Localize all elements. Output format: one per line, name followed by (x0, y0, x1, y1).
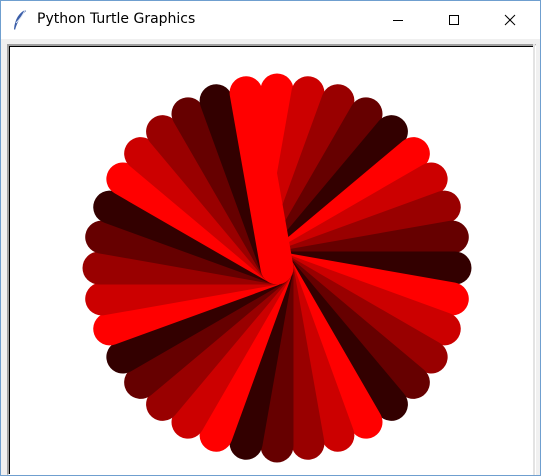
title-bar[interactable]: Python Turtle Graphics (1, 1, 540, 39)
minimize-icon (393, 20, 403, 21)
canvas-edge (533, 44, 535, 475)
close-icon (504, 14, 516, 26)
window-title: Python Turtle Graphics (37, 11, 196, 27)
minimize-button[interactable] (375, 1, 421, 39)
maximize-button[interactable] (431, 1, 477, 39)
turtle-canvas[interactable] (9, 46, 535, 474)
close-button[interactable] (487, 1, 533, 39)
feather-icon (14, 9, 26, 30)
turtle-drawing (82, 73, 472, 463)
canvas-frame (7, 44, 536, 475)
maximize-icon (449, 15, 459, 25)
turtle-window: Python Turtle Graphics (0, 0, 541, 476)
